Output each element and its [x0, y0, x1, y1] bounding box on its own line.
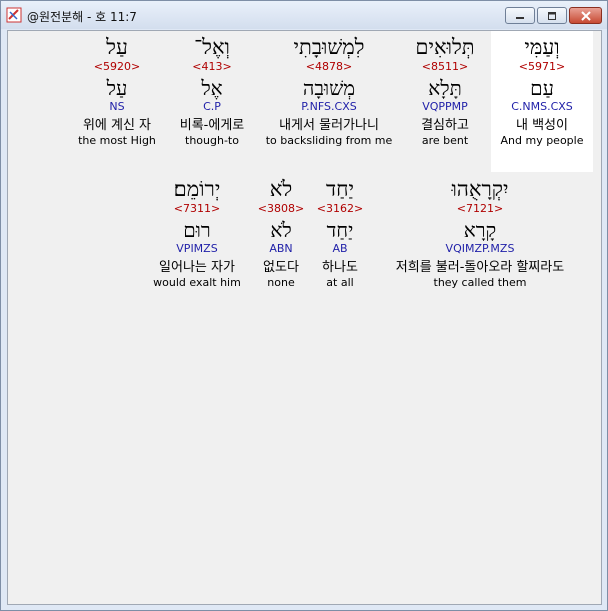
korean-gloss: 비록-에게로: [179, 118, 245, 133]
app-icon: [6, 7, 22, 23]
lemma: קָרָא: [463, 218, 497, 242]
minimize-icon: [516, 16, 524, 19]
english-gloss: though-to: [185, 134, 239, 147]
hebrew-word: לִמְשׁוּבָתִי: [293, 35, 365, 59]
app-window: @원전분해 - 호 11:7 וְעַמִּי <5971> עַם C.NMS…: [0, 0, 608, 611]
close-icon: [580, 10, 591, 21]
morphology-code[interactable]: NS: [72, 100, 162, 117]
word-cell[interactable]: לִמְשׁוּבָתִי <4878> מְשׁוּבָה P.NFS.CXS…: [260, 31, 398, 172]
strong-number[interactable]: <7311>: [145, 202, 249, 218]
english-gloss: at all: [326, 276, 354, 289]
window-title: @원전분해 - 호 11:7: [27, 10, 137, 24]
korean-gloss: 저희를 불러-돌아오라 할찌라도: [395, 260, 565, 275]
english-gloss: are bent: [421, 134, 469, 147]
morphology-code[interactable]: VQPPMP: [400, 100, 490, 117]
lemma: עַם: [530, 76, 554, 100]
korean-gloss: 하나도: [322, 260, 358, 275]
word-cell[interactable]: יְרוֹמֵם׃ <7311> רוּם VPIMZS 일어나는 자가 wou…: [145, 173, 249, 314]
hebrew-word: וְעַמִּי: [524, 35, 560, 59]
close-button[interactable]: [569, 7, 602, 24]
english-gloss: none: [267, 276, 295, 289]
lemma: תָּלָא: [428, 76, 462, 100]
hebrew-word: לֹא: [269, 177, 293, 201]
word-cell[interactable]: יִקְרָאֻהוּ <7121> קָרָא VQIMZP.MZS 저희를 …: [375, 173, 585, 314]
korean-gloss: 내 백성이: [516, 118, 568, 133]
maximize-button[interactable]: [537, 7, 567, 24]
morphology-code[interactable]: P.NFS.CXS: [260, 100, 398, 117]
word-cell[interactable]: תְּלוּאִים <8511> תָּלָא VQPPMP 결심하고 are…: [400, 31, 490, 172]
hebrew-word: וְאֶל־: [194, 35, 230, 59]
morphology-code[interactable]: C.P: [169, 100, 255, 117]
english-gloss: the most High: [78, 134, 156, 147]
word-cell[interactable]: לֹא <3808> לֹא ABN 없도다 none: [254, 173, 308, 314]
strong-number[interactable]: <5920>: [72, 60, 162, 76]
strong-number[interactable]: <413>: [169, 60, 255, 76]
lemma: מְשׁוּבָה: [302, 76, 356, 100]
strong-number[interactable]: <4878>: [260, 60, 398, 76]
hebrew-word: יְרוֹמֵם׃: [173, 177, 221, 201]
word-cell[interactable]: עַל <5920> עַל NS 위에 계신 자 the most High: [72, 31, 162, 172]
english-gloss: to backsliding from me: [265, 134, 393, 147]
word-cell[interactable]: וְאֶל־ <413> אֶל C.P 비록-에게로 though-to: [169, 31, 255, 172]
morphology-code[interactable]: VPIMZS: [145, 242, 249, 259]
lemma: עַל: [106, 76, 128, 100]
hebrew-word: יַחַד: [325, 177, 355, 201]
hebrew-word: עַל: [106, 35, 128, 59]
hebrew-word: תְּלוּאִים: [415, 35, 475, 59]
strong-number[interactable]: <5971>: [491, 60, 593, 76]
lemma: לֹא: [270, 218, 292, 242]
morphology-code[interactable]: ABN: [254, 242, 308, 259]
morphology-code[interactable]: AB: [312, 242, 368, 259]
korean-gloss: 내게서 물러가나니: [279, 118, 379, 133]
english-gloss: would exalt him: [153, 276, 241, 289]
analysis-panel: וְעַמִּי <5971> עַם C.NMS.CXS 내 백성이 And …: [7, 30, 602, 605]
word-cell[interactable]: וְעַמִּי <5971> עַם C.NMS.CXS 내 백성이 And …: [491, 31, 593, 172]
strong-number[interactable]: <3162>: [312, 202, 368, 218]
lemma: אֶל: [201, 76, 223, 100]
strong-number[interactable]: <7121>: [375, 202, 585, 218]
korean-gloss: 위에 계신 자: [82, 118, 152, 133]
word-cell[interactable]: יַחַד <3162> יַחַד AB 하나도 at all: [312, 173, 368, 314]
english-gloss: they called them: [433, 276, 527, 289]
title-bar[interactable]: @원전분해 - 호 11:7: [1, 1, 607, 29]
korean-gloss: 일어나는 자가: [159, 260, 235, 275]
hebrew-word: יִקְרָאֻהוּ: [451, 177, 509, 201]
strong-number[interactable]: <8511>: [400, 60, 490, 76]
minimize-button[interactable]: [505, 7, 535, 24]
morphology-code[interactable]: VQIMZP.MZS: [375, 242, 585, 259]
lemma: יַחַד: [326, 218, 354, 242]
korean-gloss: 없도다: [263, 260, 299, 275]
korean-gloss: 결심하고: [421, 118, 469, 133]
lemma: רוּם: [183, 218, 211, 242]
english-gloss: And my people: [500, 134, 584, 147]
maximize-icon: [548, 11, 556, 20]
morphology-code[interactable]: C.NMS.CXS: [491, 100, 593, 117]
strong-number[interactable]: <3808>: [254, 202, 308, 218]
